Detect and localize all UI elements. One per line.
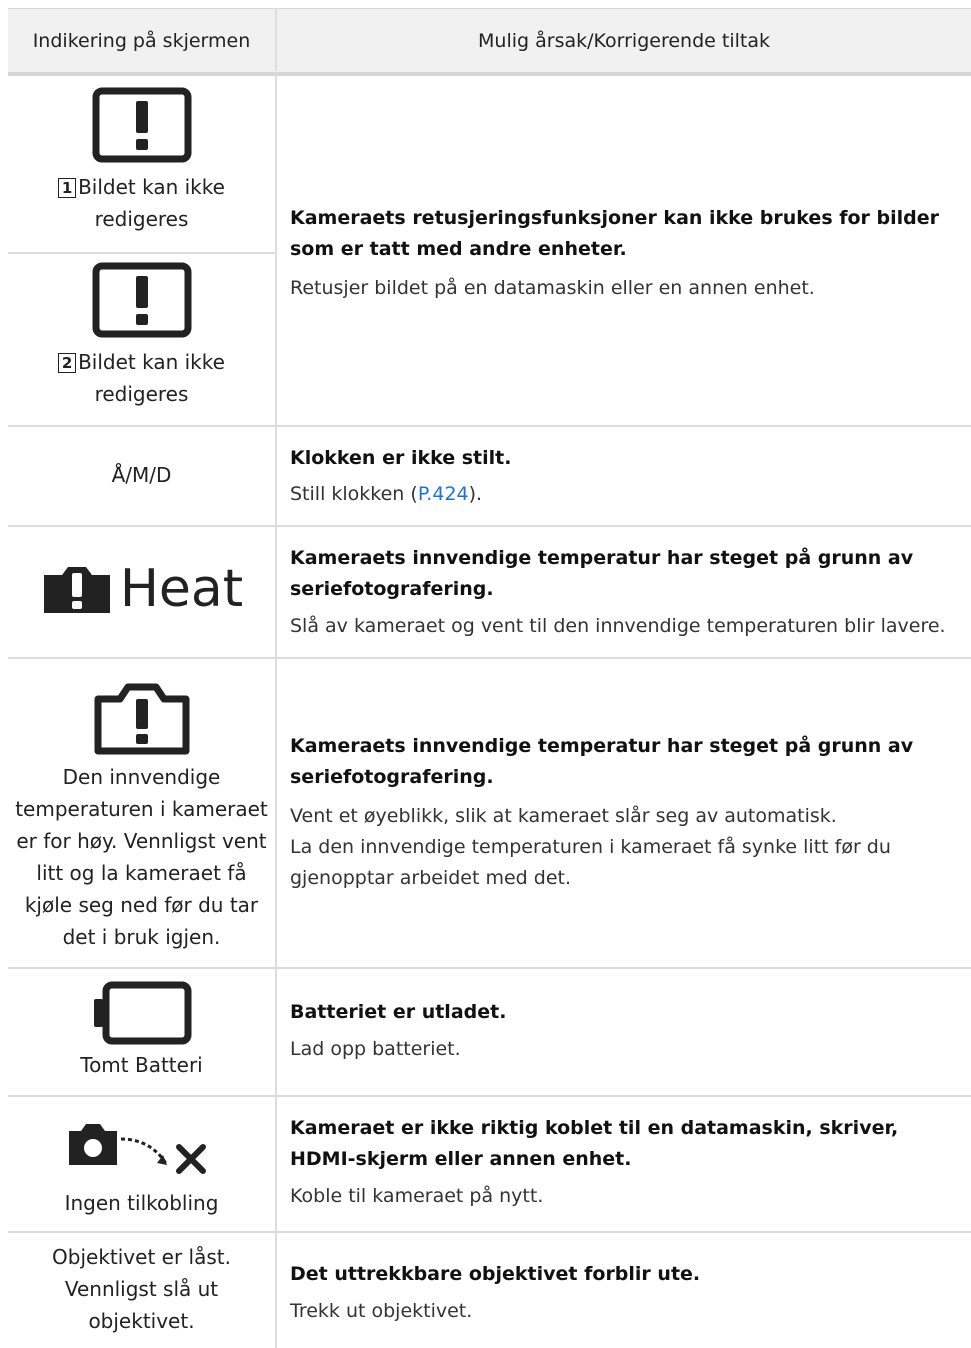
column-divider bbox=[275, 75, 277, 425]
camera-warning-icon bbox=[8, 681, 275, 757]
connection-label: Ingen tilkobling bbox=[64, 1191, 219, 1215]
table-row-temp: Den innvendige temperaturen i kameraet e… bbox=[8, 659, 971, 969]
warning-box-icon bbox=[8, 87, 275, 163]
clock-cause: Klokken er ikke stilt. bbox=[290, 447, 512, 469]
table-row-lens: Objektivet er låst. Vennligst slå ut obj… bbox=[8, 1233, 971, 1348]
lens-action: Trekk ut objektivet. bbox=[290, 1300, 473, 1322]
temp-label-line: Den innvendige bbox=[62, 765, 221, 789]
heat-action: Slå av kameraet og vent til den innvendi… bbox=[290, 615, 946, 637]
column-divider bbox=[275, 659, 277, 967]
heat-text: Heat bbox=[119, 559, 244, 619]
header-cause-action: Mulig årsak/Korrigerende tiltak bbox=[478, 29, 770, 52]
camera-disconnected-icon bbox=[8, 1117, 275, 1177]
edit-label-2-line2: redigeres bbox=[94, 382, 189, 406]
lens-label-line: Vennligst slå ut bbox=[64, 1277, 219, 1301]
column-divider bbox=[275, 1233, 277, 1348]
table-row-heat: Heat Kameraets innvendige temperatur har… bbox=[8, 527, 971, 659]
sub-divider bbox=[8, 252, 275, 254]
battery-cause: Batteriet er utladet. bbox=[290, 1001, 507, 1023]
temp-cause: Kameraets innvendige temperatur har steg… bbox=[290, 735, 914, 788]
edit-action: Retusjer bildet på en datamaskin eller e… bbox=[290, 277, 815, 299]
table-row-clock: Å/M/D Klokken er ikke stilt. Still klokk… bbox=[8, 427, 971, 527]
temp-action-1: Vent et øyeblikk, slik at kameraet slår … bbox=[290, 805, 837, 827]
table-row-battery: Tomt Batteri Batteriet er utladet. Lad o… bbox=[8, 969, 971, 1097]
heat-indicator: Heat bbox=[8, 563, 275, 615]
edit-label-2-line1: Bildet kan ikke bbox=[78, 350, 225, 374]
number-badge: 2 bbox=[58, 353, 77, 373]
heat-cause: Kameraets innvendige temperatur har steg… bbox=[290, 547, 914, 600]
table-row-edit: 1 Bildet kan ikke redigeres 2 Bildet kan i… bbox=[8, 75, 971, 427]
temp-label-line: er for høy. Vennligst vent bbox=[16, 829, 267, 853]
lens-label-line: objektivet. bbox=[88, 1309, 195, 1333]
warning-box-icon bbox=[8, 262, 275, 338]
temp-label-line: kjøle seg ned før du tar bbox=[24, 893, 259, 917]
edit-label-1-line2: redigeres bbox=[94, 207, 189, 231]
battery-action: Lad opp batteriet. bbox=[290, 1038, 461, 1060]
column-divider bbox=[275, 1097, 277, 1231]
edit-indicator-2: 2 Bildet kan ikke redigeres bbox=[8, 262, 275, 410]
connection-action: Koble til kameraet på nytt. bbox=[290, 1185, 544, 1207]
temp-indicator: Den innvendige temperaturen i kameraet e… bbox=[8, 681, 275, 953]
lens-indicator: Objektivet er låst. Vennligst slå ut obj… bbox=[8, 1241, 275, 1337]
battery-indicator: Tomt Batteri bbox=[8, 981, 275, 1081]
connection-cause: Kameraet er ikke riktig koblet til en da… bbox=[290, 1117, 899, 1170]
header-indicator: Indikering på skjermen bbox=[32, 29, 251, 52]
clock-action-post: ). bbox=[468, 483, 483, 505]
temp-label-line: temperaturen i kameraet bbox=[15, 797, 268, 821]
temp-action-2: La den innvendige temperaturen i kamerae… bbox=[290, 836, 891, 889]
empty-battery-icon bbox=[8, 981, 275, 1045]
battery-label: Tomt Batteri bbox=[80, 1053, 203, 1077]
edit-indicator-1: 1 Bildet kan ikke redigeres bbox=[8, 87, 275, 235]
lens-cause: Det uttrekkbare objektivet forblir ute. bbox=[290, 1263, 701, 1285]
clock-indicator: Å/M/D bbox=[111, 463, 172, 487]
connection-indicator: Ingen tilkobling bbox=[8, 1117, 275, 1219]
number-badge: 1 bbox=[58, 178, 77, 198]
camera-warning-icon bbox=[43, 567, 110, 613]
page-link[interactable]: P.424 bbox=[418, 483, 469, 505]
column-divider bbox=[275, 427, 277, 525]
column-divider bbox=[275, 969, 277, 1095]
clock-action-pre: Still klokken ( bbox=[290, 483, 418, 505]
temp-label-line: det i bruk igjen. bbox=[62, 925, 221, 949]
table-header: Indikering på skjermen Mulig årsak/Korri… bbox=[8, 8, 971, 76]
edit-label-1-line1: Bildet kan ikke bbox=[78, 175, 225, 199]
table-row-connection: Ingen tilkobling Kameraet er ikke riktig… bbox=[8, 1097, 971, 1233]
edit-cause: Kameraets retusjeringsfunksjoner kan ikk… bbox=[290, 207, 940, 260]
column-divider bbox=[275, 527, 277, 657]
temp-label-line: litt og la kameraet få bbox=[36, 861, 247, 885]
header-divider bbox=[275, 8, 277, 71]
lens-label-line: Objektivet er låst. bbox=[52, 1245, 231, 1269]
